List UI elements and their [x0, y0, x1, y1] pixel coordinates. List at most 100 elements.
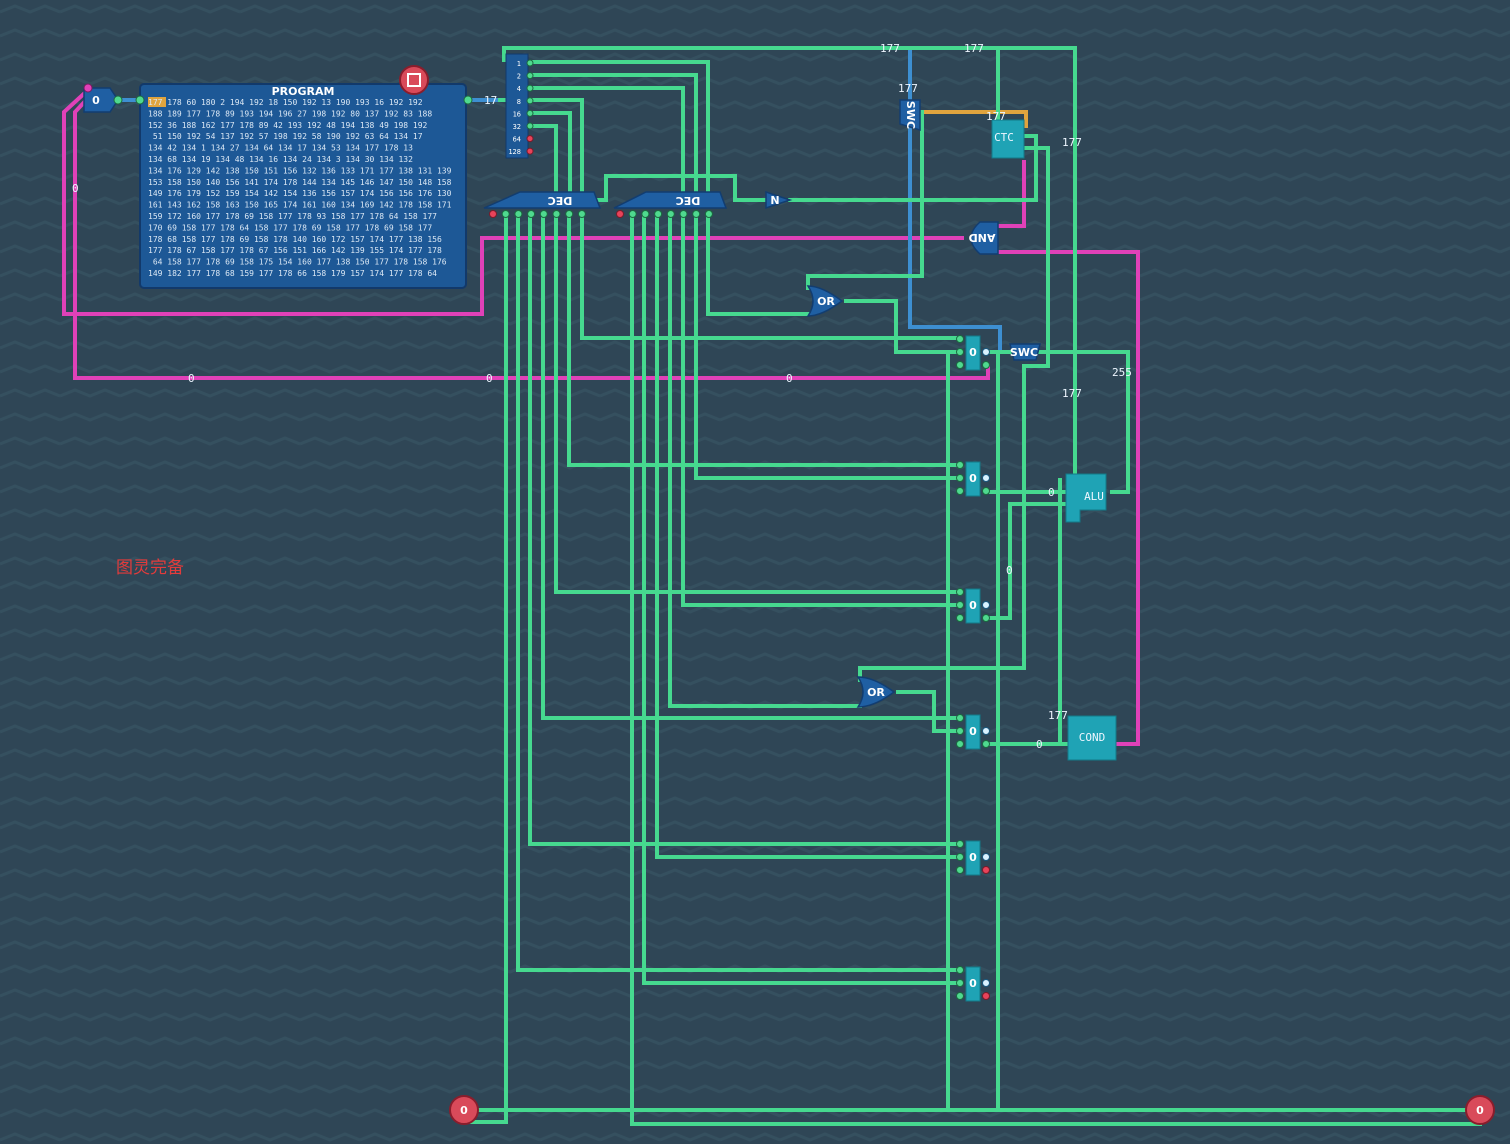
not-gate-label: N [770, 194, 779, 207]
switch-1[interactable]: SWC [899, 99, 921, 132]
program-row: 51 150 192 54 137 192 57 198 192 58 190 … [148, 132, 423, 141]
register-pin [956, 866, 964, 874]
bit-label-8: 8 [517, 98, 521, 106]
register-pin [956, 601, 964, 609]
register-pin [982, 487, 990, 495]
register-pin [956, 474, 964, 482]
wire-label: 177 [880, 42, 900, 55]
wire-label: 177 [1048, 709, 1068, 722]
bit-label-16: 16 [513, 110, 521, 118]
register-pin [956, 348, 964, 356]
program-rom[interactable]: PROGRAM 177 178 60 180 2 194 192 18 150 … [135, 65, 497, 289]
program-title: PROGRAM [272, 85, 335, 98]
register-pin [982, 361, 990, 369]
and-gate-label: AND [969, 231, 996, 244]
program-row: 152 36 188 162 177 178 89 42 193 192 48 … [148, 121, 428, 130]
cond[interactable]: COND [1067, 715, 1117, 761]
wire-label: 177 [898, 82, 918, 95]
decoder-pin [654, 210, 663, 218]
switch-1-label: SWC [904, 101, 917, 129]
bit-label-128: 128 [508, 148, 521, 156]
wire-label: 177 [964, 42, 984, 55]
decoder-pin [501, 210, 510, 218]
program-row: 153 158 150 140 156 141 174 178 144 134 … [148, 178, 452, 187]
wire-label: 0 [1048, 486, 1055, 499]
register-pin [956, 853, 964, 861]
decoder-pin [577, 210, 586, 218]
register-pin [956, 966, 964, 974]
byte-input-left-value: 0 [460, 1104, 468, 1117]
watermark-text: 图灵完备 [116, 558, 184, 578]
byte-input-right-value: 0 [1476, 1104, 1484, 1117]
decoder-pin [514, 210, 523, 218]
decoder-pin [641, 210, 650, 218]
register-pin [956, 614, 964, 622]
switch-2-label: SWC [1010, 346, 1038, 359]
wire-label: 0 [1036, 738, 1043, 751]
decoder-pin [552, 210, 561, 218]
register-pin [982, 601, 990, 609]
register-pin [956, 487, 964, 495]
decoder-pin [679, 210, 688, 218]
register-pin [956, 992, 964, 1000]
program-row: 149 176 179 152 159 154 142 154 136 156 … [148, 189, 452, 198]
wire-label: 255 [1112, 366, 1132, 379]
register-pin [982, 474, 990, 482]
address-value: 0 [92, 94, 100, 107]
decoder-pin [527, 210, 536, 218]
program-row: 170 69 158 177 178 64 158 177 178 69 158… [148, 223, 432, 232]
register-pin [982, 740, 990, 748]
decoder-pin [628, 210, 637, 218]
circuit-canvas[interactable]: 0 PROGRAM 177 178 60 180 2 194 192 18 15… [0, 0, 1510, 1144]
bit-pin [526, 135, 534, 143]
register-value: 0 [969, 977, 977, 990]
register-pin [982, 727, 990, 735]
bit-label-2: 2 [517, 73, 521, 81]
program-row: 188 189 177 178 89 193 194 196 27 198 19… [148, 109, 432, 118]
counter[interactable]: CTC [991, 119, 1025, 159]
register-pin [982, 979, 990, 987]
register-pin [956, 361, 964, 369]
register-pin [956, 740, 964, 748]
wire-label: 177 [1062, 136, 1082, 149]
byte-input-left[interactable]: 0 [449, 1095, 479, 1125]
counter-label: CTC [994, 131, 1014, 144]
decoder-pin [565, 210, 574, 218]
bit-pin [526, 84, 534, 92]
bit-pin [526, 109, 534, 117]
decoder-pin [692, 210, 701, 218]
program-row: 64 158 177 178 69 158 175 154 160 177 13… [148, 258, 447, 267]
register-pin [982, 866, 990, 874]
bit-label-1: 1 [517, 60, 521, 68]
decoder-1-label: DEC [548, 194, 573, 207]
save-icon[interactable] [399, 65, 429, 95]
register-pin [982, 348, 990, 356]
register-value: 0 [969, 725, 977, 738]
or-gate-1-label: OR [817, 295, 835, 308]
register-pin [982, 853, 990, 861]
program-row: 134 176 129 142 138 150 151 156 132 136 … [148, 166, 452, 175]
wire-label: 0 [486, 372, 493, 385]
decoder-pin [539, 210, 548, 218]
register-pin [982, 992, 990, 1000]
wire-label: 0 [72, 182, 79, 195]
wire-label: 0 [786, 372, 793, 385]
program-row: 177 178 60 180 2 194 192 18 150 192 13 1… [148, 98, 423, 107]
register-value: 0 [969, 472, 977, 485]
program-row: 149 182 177 178 68 159 177 178 66 158 17… [148, 269, 437, 278]
wire-label: 177 [986, 110, 1006, 123]
program-row: 177 178 67 158 177 178 67 156 151 166 14… [148, 246, 442, 255]
program-row: 159 172 160 177 178 69 158 177 178 93 15… [148, 212, 437, 221]
wire-label: 177 [1062, 387, 1082, 400]
bit-pin [526, 72, 534, 80]
register-pin [956, 979, 964, 987]
register-pin [956, 461, 964, 469]
register-value: 0 [969, 599, 977, 612]
byte-input-right[interactable]: 0 [1465, 1095, 1495, 1125]
register-pin [956, 840, 964, 848]
switch-2[interactable]: SWC [1009, 343, 1041, 361]
program-row: 161 143 162 158 163 150 165 174 161 160 … [148, 201, 452, 210]
register-pin [956, 714, 964, 722]
register-pin [956, 335, 964, 343]
bit-label-32: 32 [513, 123, 521, 131]
